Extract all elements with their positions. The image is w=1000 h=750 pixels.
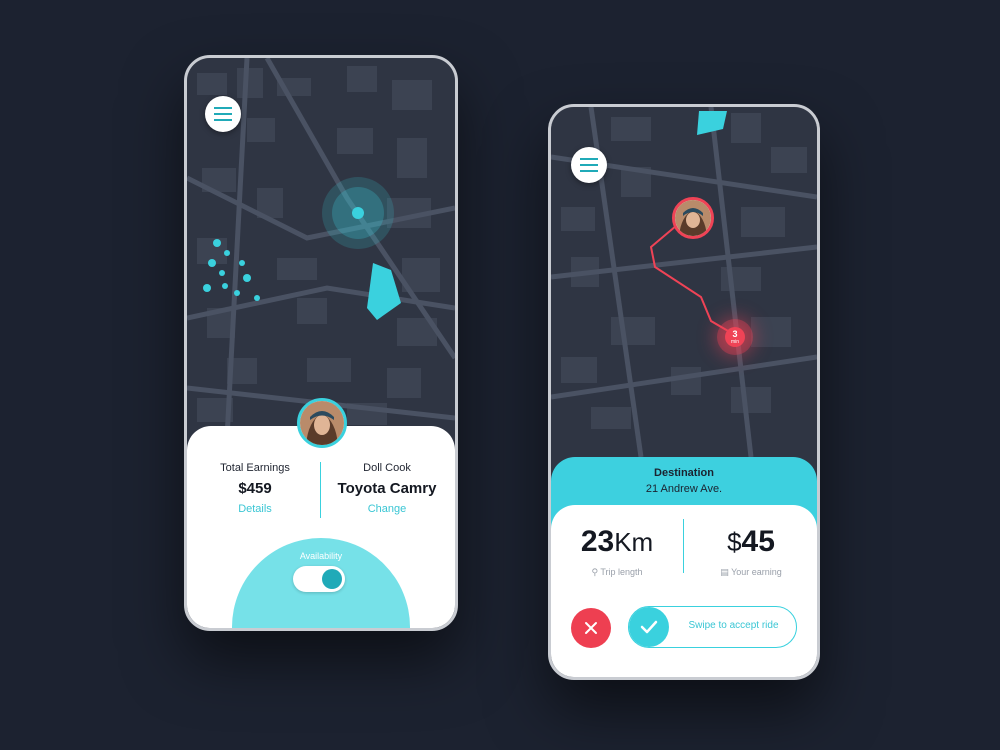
- swipe-label: Swipe to accept ride: [688, 620, 779, 631]
- earning-block: $45: [691, 525, 811, 559]
- reject-ride-button[interactable]: [571, 608, 611, 648]
- availability-toggle[interactable]: [293, 566, 345, 592]
- avatar[interactable]: [297, 398, 347, 448]
- driver-name: Doll Cook: [363, 462, 411, 474]
- destination-address: 21 Andrew Ave.: [645, 483, 723, 495]
- close-icon: [585, 622, 597, 634]
- eta-pin: 3 min: [725, 327, 745, 347]
- trip-info-card: 23Km ⚲ Trip length $45 ▤ Your earning Sw…: [551, 505, 817, 677]
- swipe-accept-slider[interactable]: Swipe to accept ride: [628, 606, 797, 648]
- rider-avatar[interactable]: [672, 197, 714, 239]
- trip-length-caption: ⚲ Trip length: [557, 567, 677, 578]
- toggle-knob: [322, 569, 342, 589]
- right-phone-screen: 3 min Destination 21 Andrew Ave. 23Km ⚲ …: [548, 104, 820, 680]
- vehicle-model: Toyota Camry: [337, 480, 437, 497]
- menu-button[interactable]: [205, 96, 241, 132]
- trip-length-block: 23Km: [557, 525, 677, 559]
- stats-divider: [683, 519, 684, 573]
- details-link[interactable]: Details: [195, 503, 315, 515]
- menu-button[interactable]: [571, 147, 607, 183]
- earnings-label: Total Earnings: [220, 462, 290, 474]
- currency-symbol: $: [727, 527, 742, 557]
- earning-caption: ▤ Your earning: [691, 567, 811, 578]
- wallet-icon: ▤: [720, 567, 729, 577]
- check-icon: [640, 620, 658, 634]
- destination-title: Destination: [654, 467, 714, 479]
- earning-value: 45: [741, 525, 775, 558]
- stats-divider: [320, 462, 321, 518]
- earnings-value: $459: [238, 480, 272, 497]
- hamburger-menu-icon: [580, 158, 598, 172]
- eta-unit: min: [730, 339, 740, 345]
- driver-summary-card: Total Earnings $459 Details Doll Cook To…: [187, 426, 455, 628]
- availability-label: Availability: [299, 551, 343, 561]
- earning-label: Your earning: [731, 567, 782, 577]
- swipe-handle[interactable]: [629, 607, 669, 647]
- distance-value: 23: [580, 525, 615, 558]
- change-vehicle-link[interactable]: Change: [327, 503, 447, 515]
- distance-unit: Km: [614, 527, 654, 557]
- hamburger-menu-icon: [214, 107, 232, 121]
- vehicle-block: Doll Cook Toyota Camry Change: [327, 462, 447, 515]
- earnings-block: Total Earnings $459 Details: [195, 462, 315, 515]
- left-phone-screen: Total Earnings $459 Details Doll Cook To…: [184, 55, 458, 631]
- location-pin-icon: ⚲: [591, 567, 599, 577]
- trip-length-label: Trip length: [600, 567, 643, 577]
